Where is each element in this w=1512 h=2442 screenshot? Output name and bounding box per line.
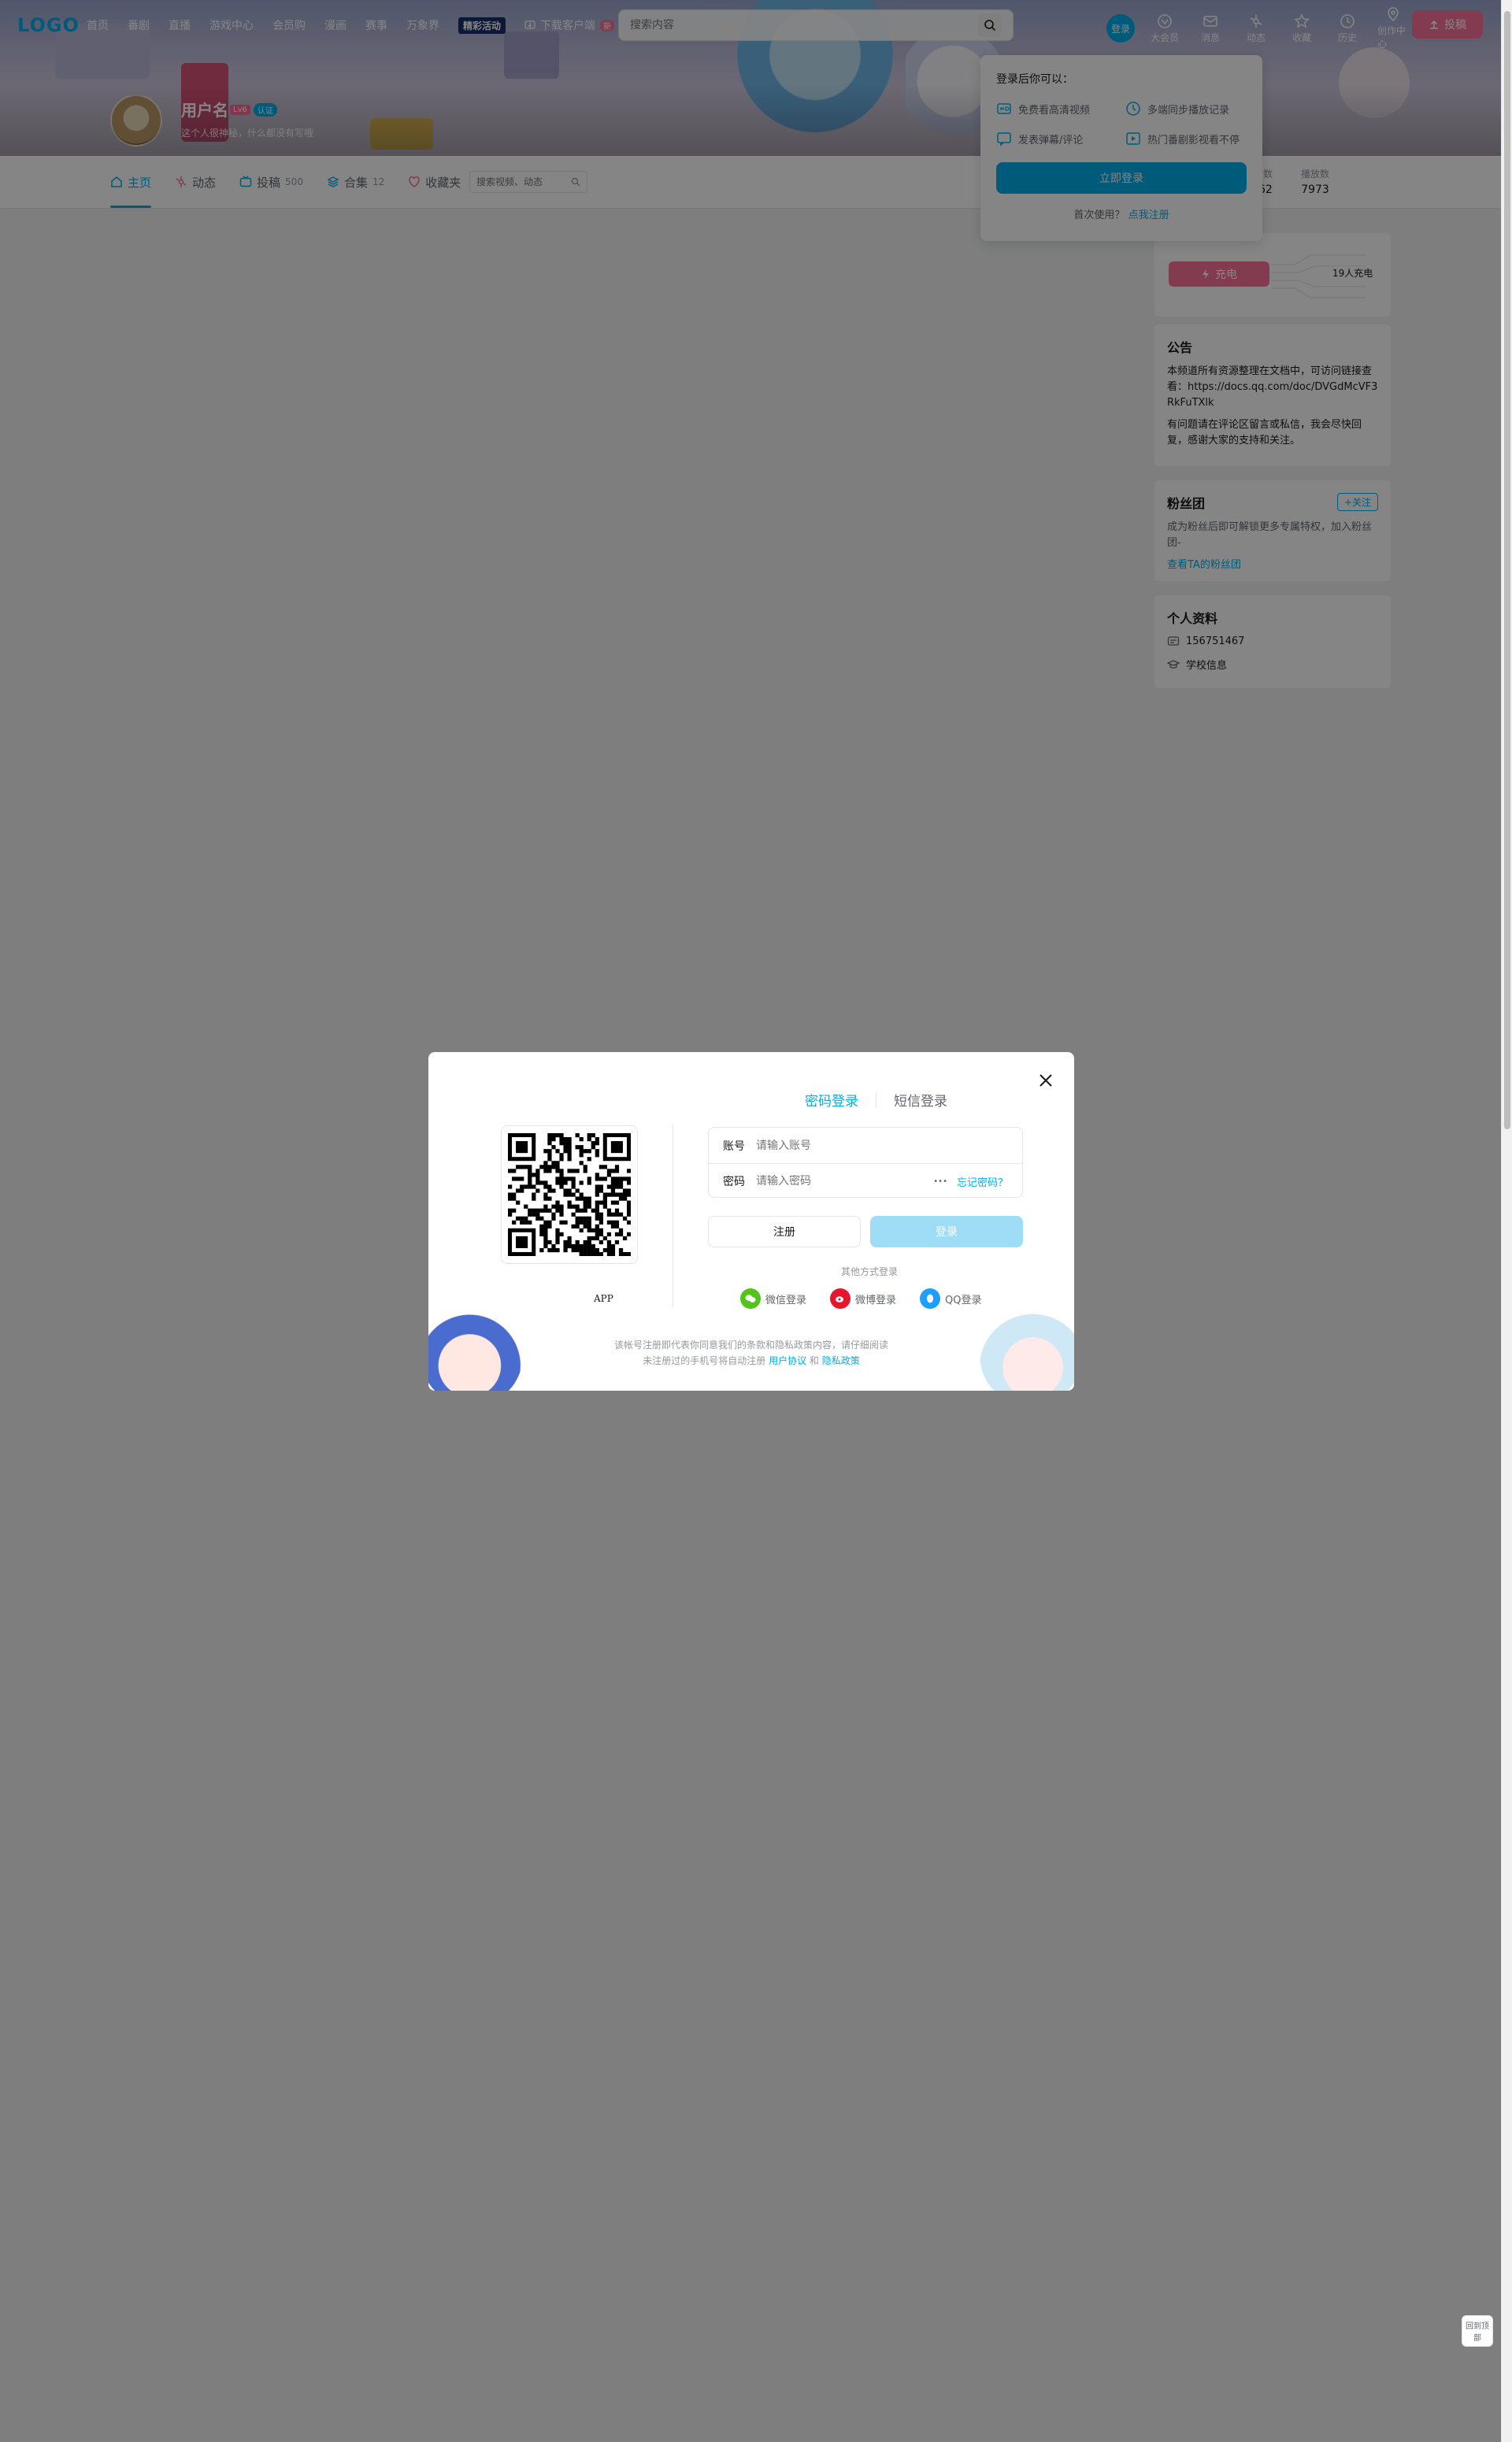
wechat-login[interactable]: 微信登录	[740, 1288, 806, 1309]
agreement-and: 和	[809, 1355, 819, 1366]
login-modal: 密码登录 短信登录 APP 账号 密码 ••• 忘记密码？ 注册 登录 其他方式…	[428, 1052, 1074, 1391]
tab-sms-login[interactable]: 短信登录	[894, 1090, 947, 1110]
login-button[interactable]: 登录	[870, 1216, 1023, 1247]
social-login-list: 微信登录 微博登录 QQ登录	[740, 1288, 982, 1309]
qr-code-icon	[508, 1133, 631, 1256]
weibo-login[interactable]: 微博登录	[830, 1288, 896, 1309]
login-form: 账号 密码 ••• 忘记密码？	[708, 1127, 1023, 1198]
password-row: 密码 ••• 忘记密码？	[709, 1163, 1022, 1199]
qq-login[interactable]: QQ登录	[920, 1288, 982, 1309]
agreement-line: 该帐号注册即代表你同意我们的条款和隐私政策内容，请仔细阅读	[613, 1340, 888, 1351]
mascot-right	[980, 1304, 1074, 1391]
mascot-left	[428, 1304, 523, 1391]
agreement-line: 未注册过的手机号将自动注册 用户协议 和 隐私政策	[428, 1353, 1074, 1369]
login-method-tabs: 密码登录 短信登录	[805, 1090, 947, 1110]
page-scrollbar[interactable]	[1501, 0, 1512, 2442]
agreement-text: 该帐号注册即代表你同意我们的条款和隐私政策内容，请仔细阅读 未注册过的手机号将自…	[428, 1337, 1074, 1369]
forgot-password-link[interactable]: 忘记密码？	[957, 1174, 1008, 1189]
user-agreement-link[interactable]: 用户协议	[769, 1355, 806, 1366]
weibo-icon	[830, 1288, 851, 1309]
account-label: 账号	[723, 1139, 745, 1153]
agreement-prefix: 未注册过的手机号将自动注册	[643, 1355, 766, 1366]
qr-caption: APP	[594, 1293, 613, 1304]
password-visibility-toggle[interactable]: •••	[933, 1177, 947, 1186]
social-label: 微博登录	[855, 1294, 897, 1306]
qq-icon	[920, 1288, 941, 1309]
account-input[interactable]	[756, 1139, 1008, 1152]
password-input[interactable]	[756, 1175, 934, 1188]
account-row: 账号	[709, 1128, 1022, 1163]
privacy-policy-link[interactable]: 隐私政策	[822, 1355, 860, 1366]
social-label: QQ登录	[945, 1294, 982, 1306]
other-login-title: 其他方式登录	[841, 1266, 899, 1277]
social-label: 微信登录	[765, 1294, 807, 1306]
login-qr-code	[501, 1125, 638, 1264]
close-icon[interactable]	[1036, 1071, 1055, 1090]
tab-password-login[interactable]: 密码登录	[805, 1090, 858, 1110]
scrollbar-thumb[interactable]	[1504, 11, 1510, 1129]
back-to-top-button[interactable]: 回到顶部	[1462, 2315, 1493, 2347]
register-button[interactable]: 注册	[708, 1216, 861, 1247]
password-label: 密码	[723, 1176, 745, 1188]
wechat-icon	[740, 1288, 761, 1309]
